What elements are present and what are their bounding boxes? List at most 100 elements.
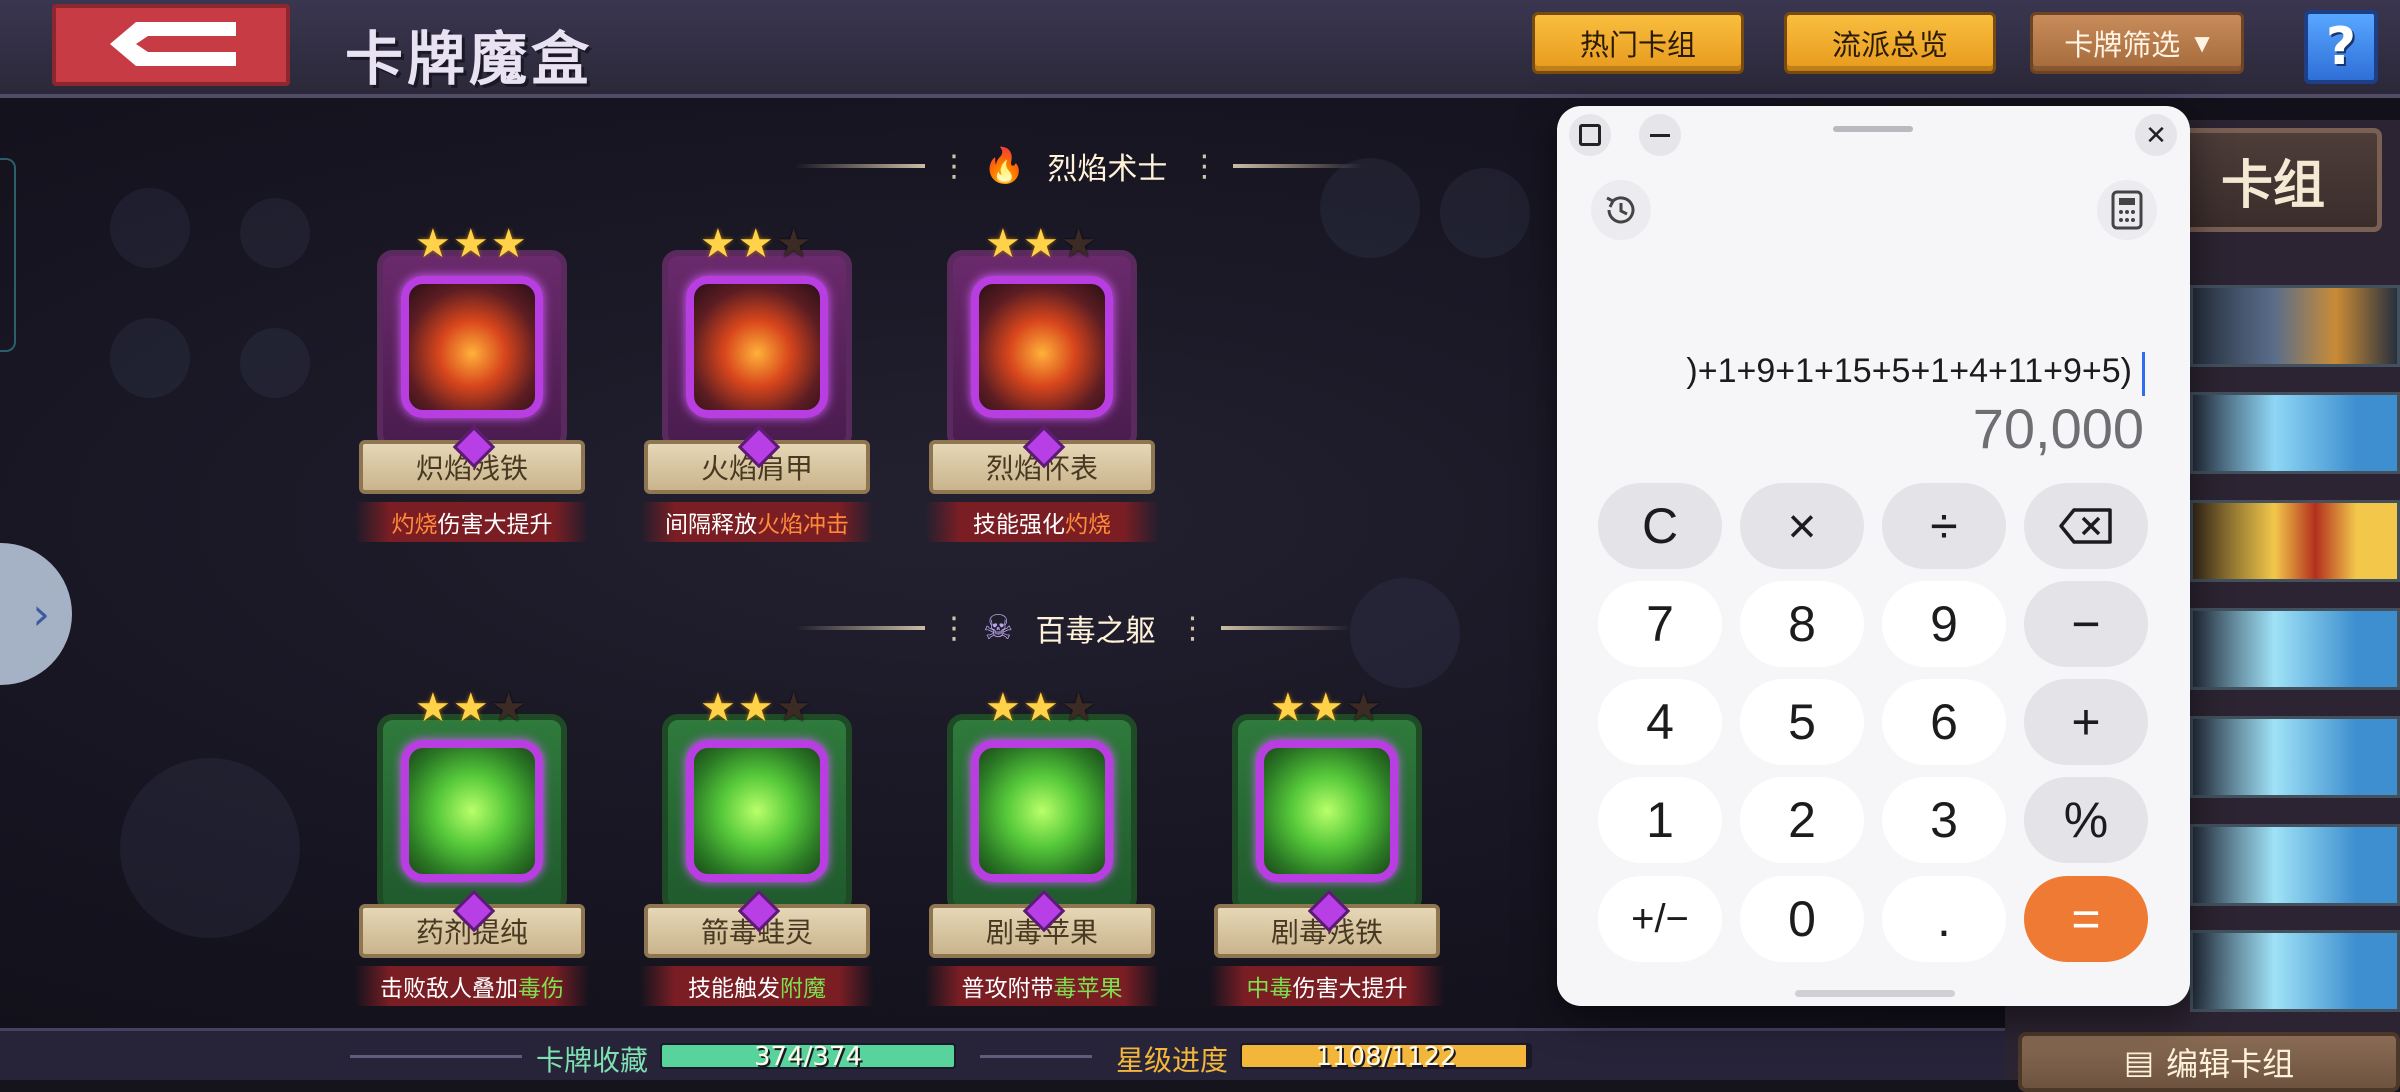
star-progress: 1108/1122 — [1240, 1043, 1532, 1069]
card-description: 间隔释放 火焰冲击 — [640, 502, 874, 542]
digit-2-key[interactable]: 2 — [1740, 777, 1864, 863]
digit-4-key[interactable]: 4 — [1598, 679, 1722, 765]
digit-7-key[interactable]: 7 — [1598, 581, 1722, 667]
restore-window-button[interactable] — [1569, 114, 1611, 156]
star-icon: ★ — [452, 221, 489, 267]
star-icon: ★ — [737, 685, 774, 731]
star-icon: ★ — [1022, 221, 1059, 267]
page-title: 卡牌魔盒 — [345, 25, 594, 93]
drag-handle[interactable] — [1833, 126, 1913, 132]
back-button[interactable] — [52, 4, 290, 86]
digit-1-key[interactable]: 1 — [1598, 777, 1722, 863]
expand-sidebar-button[interactable]: › — [0, 543, 72, 685]
plus-key[interactable]: + — [2024, 679, 2148, 765]
help-button[interactable]: ? — [2304, 10, 2378, 84]
deck-card-thumb[interactable] — [2190, 500, 2400, 582]
digit-0-key[interactable]: 0 — [1740, 876, 1864, 962]
divider — [980, 1055, 1092, 1058]
edit-icon: ▤ — [2123, 1043, 2155, 1081]
percent-key[interactable]: % — [2024, 777, 2148, 863]
decimal-key[interactable]: . — [1882, 876, 2006, 962]
card-art — [686, 740, 828, 882]
backspace-icon — [2059, 508, 2112, 544]
card-description: 灼烧 伤害大提升 — [355, 502, 589, 542]
star-rating: ★ ★ ★ — [985, 688, 1097, 728]
edit-deck-label: 编辑卡组 — [2166, 1045, 2295, 1083]
text-caret — [2142, 352, 2145, 396]
chevron-right-icon: › — [32, 588, 50, 640]
digit-3-key[interactable]: 3 — [1882, 777, 2006, 863]
backspace-key[interactable] — [2024, 483, 2148, 569]
star-rating: ★ ★ ★ — [415, 688, 527, 728]
card-item[interactable]: ★ ★ ★ 箭毒蛙灵 技能触发 附魔 — [640, 688, 874, 1014]
star-icon: ★ — [1307, 685, 1344, 731]
section-label: 烈焰术士 — [1047, 152, 1168, 187]
card-art — [686, 276, 828, 418]
card-item[interactable]: ★ ★ ★ 药剂提纯 击败敌人叠加 毒伤 — [355, 688, 589, 1014]
minus-icon — [1650, 133, 1670, 137]
deck-card-thumb[interactable] — [2190, 716, 2400, 798]
progress-bar-strip: 卡牌收藏 374/374 星级进度 1108/1122 — [0, 1028, 2005, 1080]
star-icon: ★ — [1345, 685, 1382, 731]
digit-5-key[interactable]: 5 — [1740, 679, 1864, 765]
minus-key[interactable]: − — [2024, 581, 2148, 667]
card-frame — [947, 250, 1137, 450]
digit-9-key[interactable]: 9 — [1882, 581, 2006, 667]
card-item[interactable]: ★ ★ ★ 剧毒苹果 普攻附带 毒苹果 — [925, 688, 1159, 1014]
multiply-key[interactable]: × — [1740, 483, 1864, 569]
deck-card-thumb[interactable] — [2190, 930, 2400, 1012]
window-home-bar[interactable] — [1795, 990, 1955, 997]
section-label: 百毒之躯 — [1035, 614, 1156, 649]
divider — [350, 1055, 522, 1058]
star-icon: ★ — [985, 221, 1021, 267]
result-display: 70,000 — [1972, 397, 2144, 460]
card-description: 普攻附带 毒苹果 — [925, 966, 1159, 1006]
star-rating: ★ ★ ★ — [700, 224, 812, 264]
star-icon: ★ — [985, 685, 1021, 731]
digit-8-key[interactable]: 8 — [1740, 581, 1864, 667]
clear-key[interactable]: C — [1598, 483, 1722, 569]
desc-highlight: 毒伤 — [518, 976, 564, 1002]
expression-display[interactable]: )+1+9+1+15+5+1+4+11+9+5) — [1657, 352, 2132, 391]
history-button[interactable] — [1591, 180, 1651, 240]
background-card-icon — [110, 318, 190, 398]
edit-deck-button[interactable]: ▤ 编辑卡组 — [2018, 1032, 2400, 1092]
star-progress-label: 星级进度 — [1116, 1044, 1229, 1077]
deck-card-thumb[interactable] — [2190, 285, 2400, 367]
background-card-icon — [240, 328, 310, 398]
star-rating: ★ ★ ★ — [985, 224, 1097, 264]
bracket-ornament-icon: ⋮ — [1189, 148, 1220, 184]
close-button[interactable]: ✕ — [2135, 114, 2177, 156]
card-art — [401, 276, 543, 418]
star-icon: ★ — [452, 685, 489, 731]
star-icon: ★ — [775, 221, 812, 267]
calculator-mode-button[interactable] — [2097, 180, 2157, 240]
section-title-poison: ⋮ ☠ 百毒之躯 ⋮ — [795, 602, 1352, 654]
digit-6-key[interactable]: 6 — [1882, 679, 2006, 765]
deck-card-thumb[interactable] — [2190, 824, 2400, 906]
card-item[interactable]: ★ ★ ★ 剧毒残铁 中毒 伤害大提升 — [1210, 688, 1444, 1014]
collection-label: 卡牌收藏 — [536, 1044, 649, 1077]
card-frame — [377, 250, 567, 450]
hot-decks-button[interactable]: 热门卡组 — [1532, 12, 1744, 74]
divide-key[interactable]: ÷ — [1882, 483, 2006, 569]
star-icon: ★ — [490, 221, 527, 267]
section-title-fire: ⋮ 🔥 烈焰术士 ⋮ — [795, 140, 1364, 192]
card-item[interactable]: ★ ★ ★ 炽焰残铁 灼烧 伤害大提升 — [355, 224, 589, 550]
minimize-button[interactable] — [1639, 114, 1681, 156]
card-art — [971, 276, 1113, 418]
equals-key[interactable]: = — [2024, 876, 2148, 962]
school-overview-button[interactable]: 流派总览 — [1784, 12, 1996, 74]
deck-card-thumb[interactable] — [2190, 608, 2400, 690]
star-icon: ★ — [1270, 685, 1306, 731]
sign-toggle-key[interactable]: +/− — [1598, 876, 1722, 962]
card-filter-dropdown[interactable]: 卡牌筛选 ▼ — [2030, 12, 2244, 74]
bracket-ornament-icon: ⋮ — [939, 610, 969, 646]
desc-highlight: 灼烧 — [391, 512, 438, 538]
card-item[interactable]: ★ ★ ★ 烈焰怀表 技能强化 灼烧 — [925, 224, 1159, 550]
star-icon: ★ — [415, 221, 451, 267]
deck-card-thumb[interactable] — [2190, 392, 2400, 474]
card-item[interactable]: ★ ★ ★ 火焰肩甲 间隔释放 火焰冲击 — [640, 224, 874, 550]
card-description: 击败敌人叠加 毒伤 — [355, 966, 589, 1006]
close-icon: ✕ — [2145, 119, 2167, 150]
